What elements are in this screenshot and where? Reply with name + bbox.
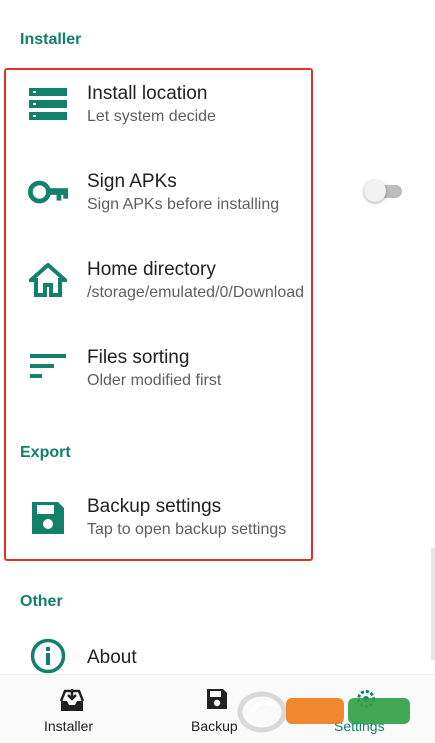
highlight-box	[4, 68, 313, 561]
pref-title: About	[87, 647, 137, 668]
save-icon	[204, 687, 230, 713]
scroll-edge	[431, 548, 435, 660]
info-icon	[28, 636, 68, 676]
sign-apks-switch[interactable]	[364, 179, 402, 203]
switch-thumb	[364, 180, 386, 202]
nav-label-backup: Backup	[191, 718, 238, 734]
section-header-installer: Installer	[20, 31, 82, 48]
section-header-other: Other	[20, 593, 63, 610]
nav-installer[interactable]: Installer	[30, 675, 114, 743]
installer-icon	[59, 687, 85, 713]
pref-about[interactable]: About	[0, 632, 435, 676]
watermark-logo	[236, 686, 416, 738]
nav-label-installer: Installer	[44, 718, 94, 734]
